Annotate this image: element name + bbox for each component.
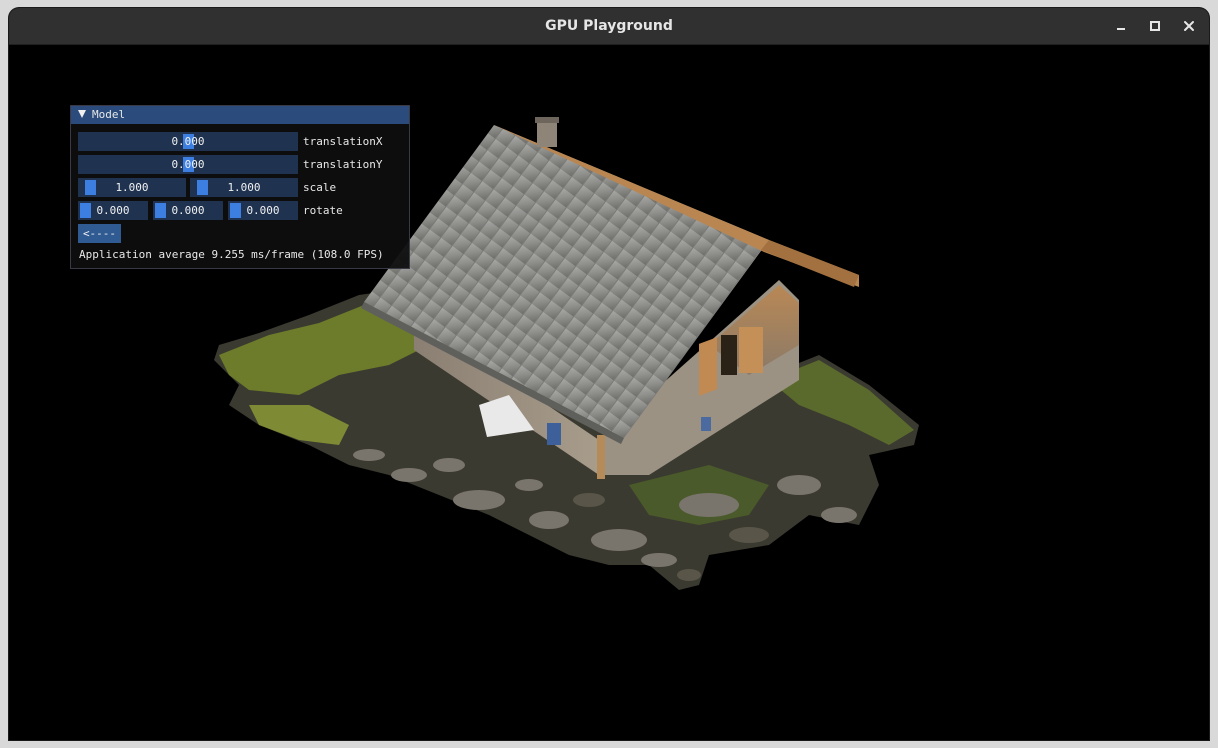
model-panel: Model 0.000 translationX 0.000 translati… [70, 105, 410, 269]
translationY-slider[interactable]: 0.000 [78, 155, 298, 174]
scale-label: scale [303, 181, 337, 194]
slider-value: 0.000 [171, 135, 205, 148]
fps-stats: Application average 9.255 ms/frame (108.… [79, 248, 384, 261]
rotate-z-slider[interactable]: 0.000 [228, 201, 298, 220]
window-title: GPU Playground [545, 18, 673, 34]
slider-value: 0.000 [96, 204, 130, 217]
close-button[interactable] [1177, 14, 1201, 38]
back-button[interactable]: <---- [78, 224, 121, 243]
maximize-button[interactable] [1143, 14, 1167, 38]
minimize-icon [1117, 28, 1125, 30]
render-viewport[interactable]: Model 0.000 translationX 0.000 translati… [9, 45, 1209, 740]
title-bar[interactable]: GPU Playground [9, 8, 1209, 45]
collapse-arrow-icon[interactable] [78, 110, 86, 118]
scale-x-slider[interactable]: 1.000 [78, 178, 186, 197]
close-icon [1184, 21, 1194, 31]
minimize-button[interactable] [1109, 14, 1133, 38]
slider-value: 0.000 [171, 158, 205, 171]
slider-value: 0.000 [171, 204, 205, 217]
translationX-slider[interactable]: 0.000 [78, 132, 298, 151]
slider-value: 1.000 [227, 181, 261, 194]
slider-value: 1.000 [115, 181, 149, 194]
rotate-x-slider[interactable]: 0.000 [78, 201, 148, 220]
panel-title: Model [92, 108, 126, 121]
maximize-icon [1150, 21, 1160, 31]
slider-value: 0.000 [246, 204, 280, 217]
translationY-label: translationY [303, 158, 383, 171]
scale-y-slider[interactable]: 1.000 [190, 178, 298, 197]
panel-header[interactable]: Model [71, 106, 409, 124]
app-window: GPU Playground Model 0.000 translationX … [9, 8, 1209, 740]
translationX-label: translationX [303, 135, 383, 148]
rotate-y-slider[interactable]: 0.000 [153, 201, 223, 220]
rotate-label: rotate [303, 204, 343, 217]
